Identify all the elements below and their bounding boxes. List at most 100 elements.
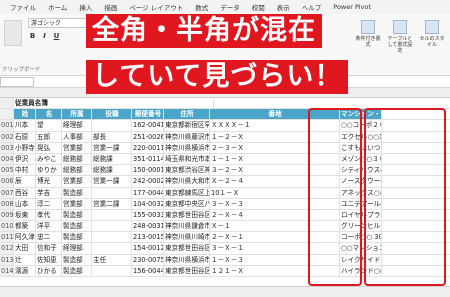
table-cell[interactable]: 150-0001 — [132, 165, 164, 176]
table-cell[interactable]: 経理部 — [62, 243, 92, 254]
table-cell[interactable]: 156-0044 — [132, 265, 164, 276]
table-cell[interactable]: 神奈川県横浜市中央区自町 — [164, 142, 210, 153]
table-cell[interactable]: ひかる — [36, 265, 62, 276]
table-cell[interactable]: 神奈川県大和市つきみ野 — [164, 176, 210, 187]
table-cell[interactable]: 営業部 — [62, 198, 92, 209]
table-cell[interactable]: 経理部 — [62, 120, 92, 131]
table-cell[interactable]: 佐知恵 — [36, 254, 62, 265]
table-cell[interactable]: 104-0032 — [132, 198, 164, 209]
ribbon-tab[interactable]: データ — [214, 2, 246, 12]
table-cell[interactable] — [92, 265, 132, 276]
table-cell[interactable]: 孝代 — [36, 209, 62, 221]
employee-id-cell[interactable]: 009 — [0, 209, 14, 221]
bold-icon[interactable]: B — [28, 32, 37, 41]
conditional-format-button[interactable]: 条件付き書式 — [354, 20, 382, 60]
employee-id-cell[interactable]: 004 — [0, 153, 14, 165]
table-cell[interactable]: 小野寺 — [14, 142, 36, 153]
table-cell[interactable]: 東京都世田谷区駒沢 — [164, 243, 210, 254]
table-cell[interactable]: 177-0044 — [132, 187, 164, 198]
table-cell[interactable]: 東京都世田谷区赤堤 — [164, 265, 210, 276]
employee-id-cell[interactable]: 013 — [0, 254, 14, 265]
table-cell[interactable]: みやこ — [36, 153, 62, 165]
table-cell[interactable]: 213-0015 — [132, 232, 164, 243]
column-header[interactable] — [0, 109, 14, 120]
name-box[interactable] — [0, 77, 34, 87]
format-as-table-button[interactable]: テーブルとして書式設定 — [386, 20, 414, 60]
table-cell[interactable]: 242-0002 — [132, 176, 164, 187]
table-cell[interactable]: 351-0114 — [132, 153, 164, 165]
table-cell[interactable] — [92, 221, 132, 232]
table-cell[interactable]: 忠二 — [36, 232, 62, 243]
table-cell[interactable]: 総務部 — [62, 153, 92, 165]
table-cell[interactable] — [92, 187, 132, 198]
table-cell[interactable]: 山本 — [14, 198, 36, 209]
table-cell[interactable] — [92, 120, 132, 131]
table-cell[interactable]: 総務課 — [92, 165, 132, 176]
table-cell[interactable]: 望 — [36, 120, 62, 131]
table-cell[interactable] — [92, 243, 132, 254]
table-cell[interactable]: 石原 — [14, 131, 36, 142]
table-cell[interactable]: 主任 — [92, 254, 132, 265]
font-name-box[interactable]: 游ゴシック — [28, 18, 88, 28]
employee-id-cell[interactable]: 003 — [0, 142, 14, 153]
table-cell[interactable]: 営業二課 — [92, 198, 132, 209]
employee-id-cell[interactable]: 010 — [0, 221, 14, 232]
table-cell[interactable]: 製造部 — [62, 265, 92, 276]
table-cell[interactable]: 伊沢 — [14, 153, 36, 165]
ribbon-tab[interactable]: 校閲 — [246, 2, 271, 12]
ribbon-tab[interactable]: ホーム — [42, 2, 73, 12]
ribbon-tab[interactable]: 描画 — [98, 2, 123, 12]
table-cell[interactable]: 神奈川県横浜市鶴見区上の宮 — [164, 254, 210, 265]
ribbon-tab[interactable]: Power Pivot — [327, 3, 377, 11]
employee-id-cell[interactable]: 002 — [0, 131, 14, 142]
table-cell[interactable]: 晃弘 — [36, 142, 62, 153]
column-header[interactable]: 役職 — [92, 109, 132, 120]
table-cell[interactable]: 東京都世田谷区代田 — [164, 209, 210, 221]
table-cell[interactable]: 248-0031 — [132, 221, 164, 232]
column-header[interactable]: 姓 — [14, 109, 36, 120]
table-cell[interactable]: 信和子 — [36, 243, 62, 254]
column-header[interactable]: 郵便番号 — [132, 109, 164, 120]
table-cell[interactable]: 都築 — [14, 221, 36, 232]
table-cell[interactable]: 神奈川県川崎市高津区梶ヶ谷 — [164, 232, 210, 243]
table-cell[interactable]: 阿久津 — [14, 232, 36, 243]
table-cell[interactable]: 辻 — [14, 254, 36, 265]
underline-icon[interactable]: U — [52, 32, 61, 41]
table-cell[interactable]: 芋吉 — [36, 187, 62, 198]
table-cell[interactable]: 162-0041 — [132, 120, 164, 131]
employee-id-cell[interactable]: 006 — [0, 176, 14, 187]
table-cell[interactable]: 営業一課 — [92, 176, 132, 187]
column-header[interactable]: 所属 — [62, 109, 92, 120]
column-header[interactable]: 住所 — [164, 109, 210, 120]
ribbon-tab[interactable]: 表示 — [271, 2, 296, 12]
employee-id-cell[interactable]: 008 — [0, 198, 14, 209]
table-cell[interactable]: 西谷 — [14, 187, 36, 198]
table-cell[interactable]: 神奈川県藤沢市鵠沼東西町 — [164, 131, 210, 142]
table-cell[interactable]: 人事部 — [62, 131, 92, 142]
table-cell[interactable]: 製造部 — [62, 221, 92, 232]
table-cell[interactable]: 製造部 — [62, 232, 92, 243]
table-cell[interactable]: 東京都渋谷区神宮前 — [164, 165, 210, 176]
table-cell[interactable]: 製造部 — [62, 254, 92, 265]
ribbon-tab[interactable]: 挿入 — [73, 2, 98, 12]
table-cell[interactable]: 営業一課 — [92, 142, 132, 153]
employee-id-cell[interactable]: 012 — [0, 243, 14, 254]
table-cell[interactable] — [92, 209, 132, 221]
italic-icon[interactable]: I — [40, 32, 49, 41]
ribbon-tab[interactable]: ファイル — [4, 2, 42, 12]
table-cell[interactable]: 東京都中央区八丁堀 — [164, 198, 210, 209]
table-cell[interactable]: 大田 — [14, 243, 36, 254]
ribbon-tab[interactable]: ヘルプ — [296, 2, 328, 12]
table-cell[interactable]: 総務部 — [62, 165, 92, 176]
table-cell[interactable]: 埼玉県和光市本町 — [164, 153, 210, 165]
table-cell[interactable]: 川本 — [14, 120, 36, 131]
table-cell[interactable]: 総務課 — [92, 153, 132, 165]
table-cell[interactable]: 濱源 — [14, 265, 36, 276]
table-cell[interactable]: 製造部 — [62, 187, 92, 198]
table-cell[interactable]: 五郎 — [36, 131, 62, 142]
table-cell[interactable]: 220-0011 — [132, 142, 164, 153]
table-cell[interactable]: 坂東 — [14, 209, 36, 221]
cell-styles-button[interactable]: セルのスタイル — [418, 20, 446, 60]
table-cell[interactable]: 東京都新宿区早稲田鶴巻町 — [164, 120, 210, 131]
sheet-title[interactable]: 従業員名簿 — [14, 98, 214, 109]
